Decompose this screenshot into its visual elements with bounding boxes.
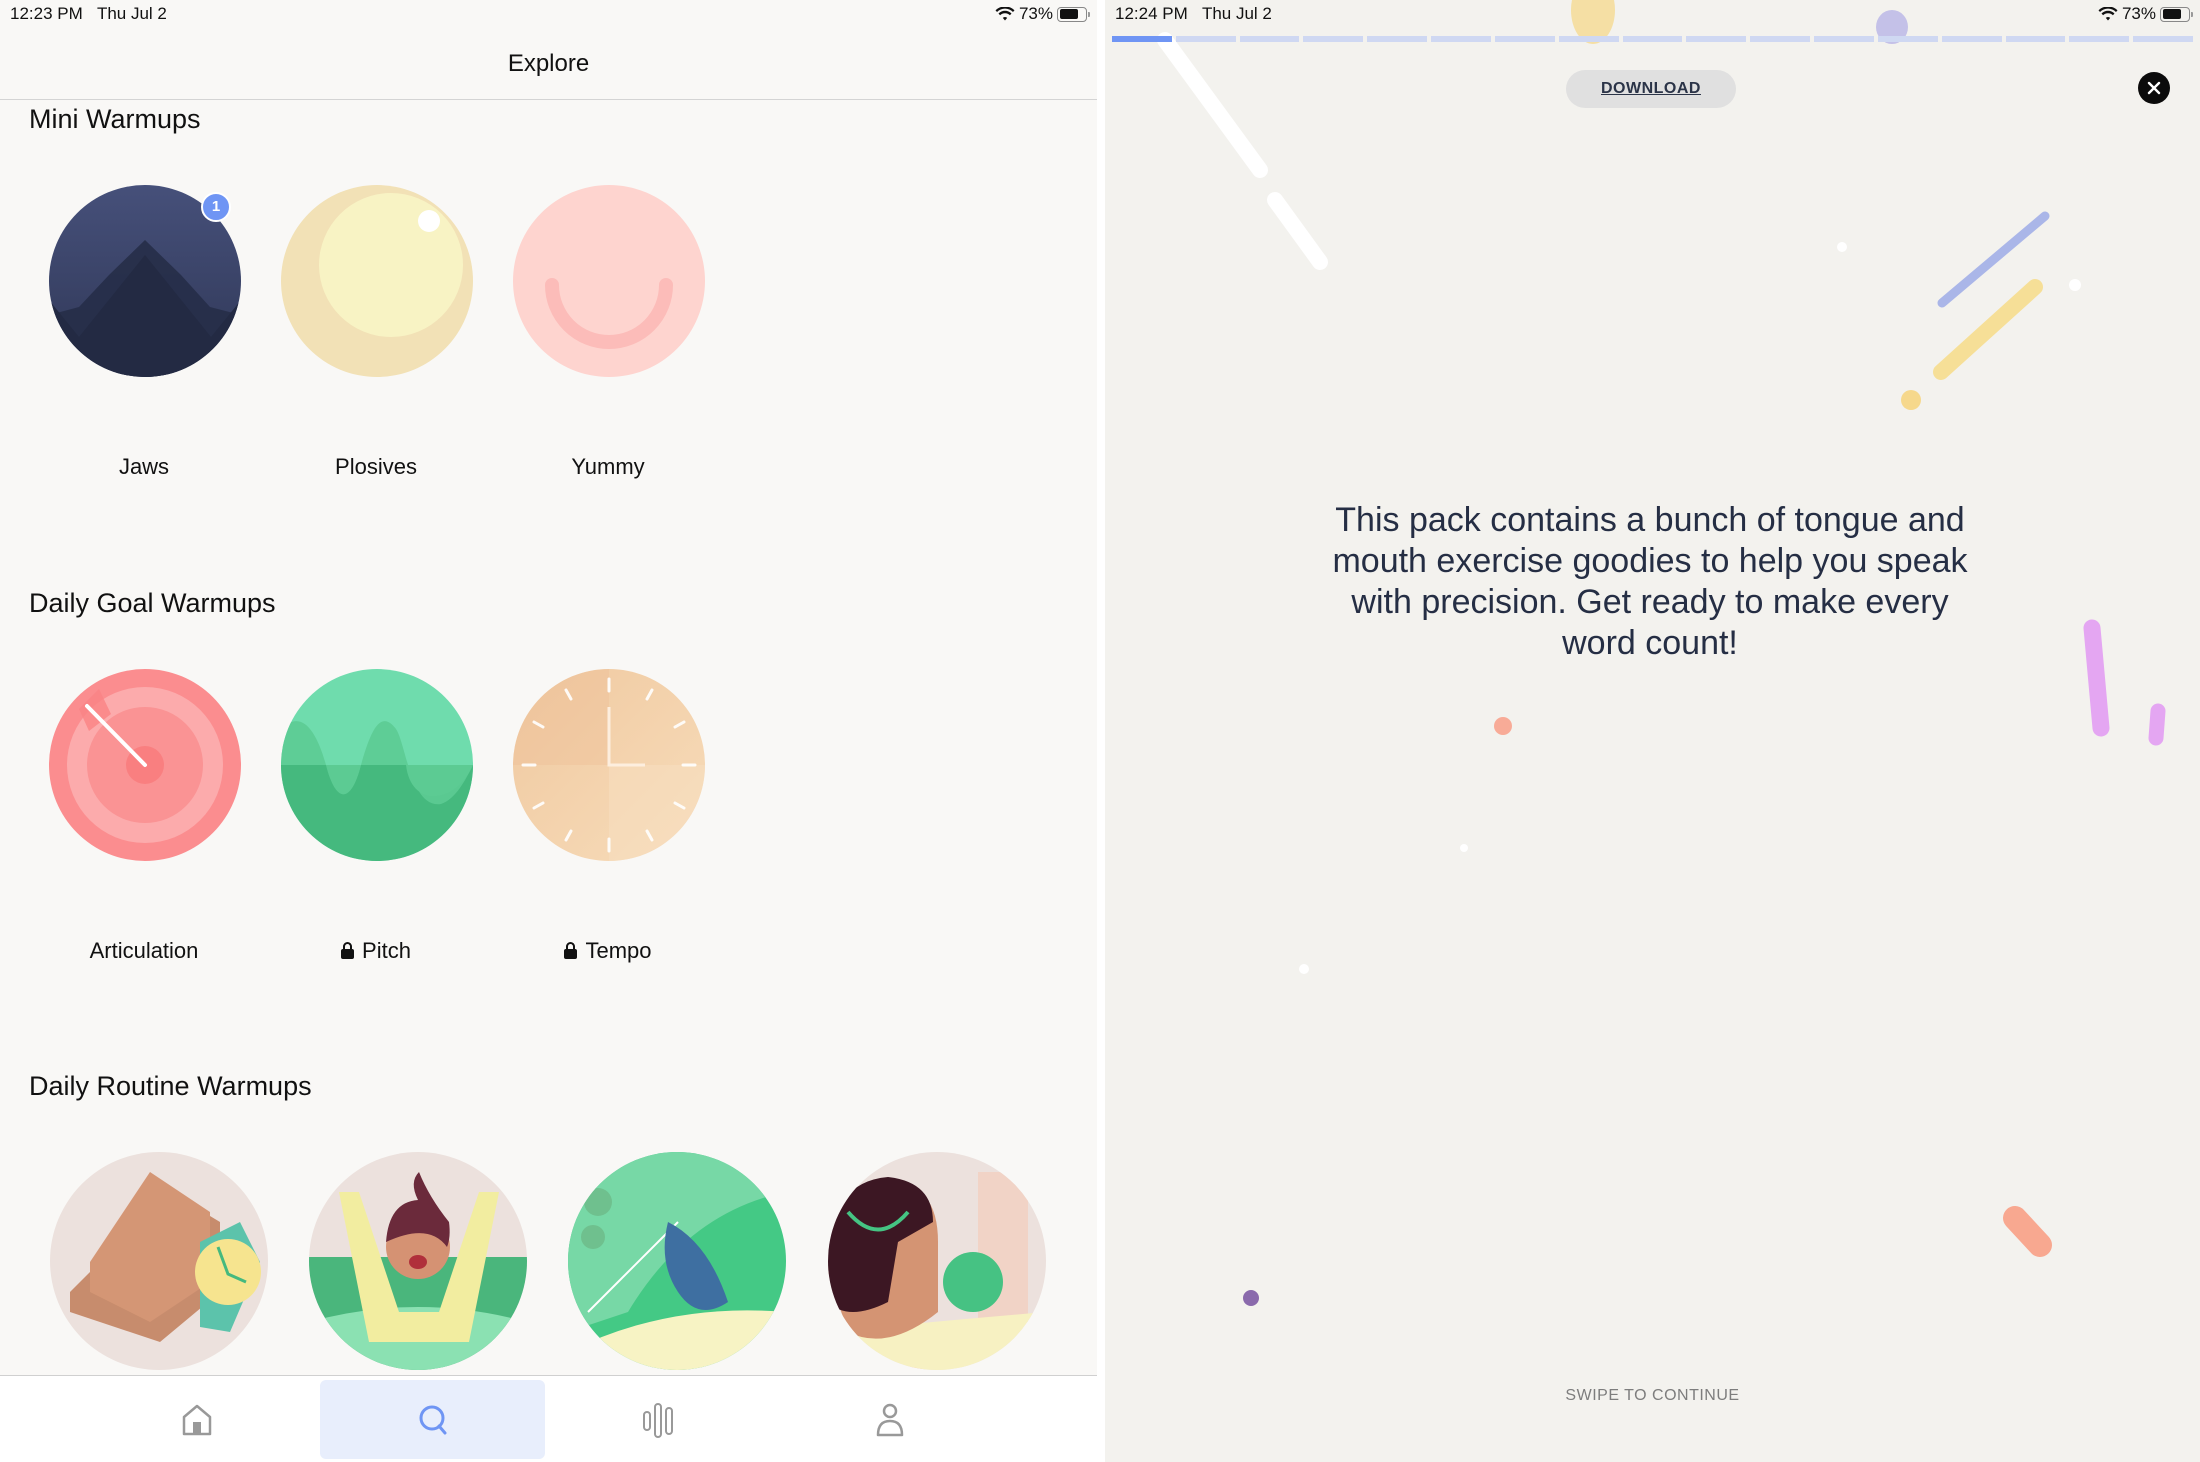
tab-home[interactable] — [84, 1380, 309, 1459]
progress-segment — [1622, 36, 1683, 42]
progress-segment — [2069, 36, 2130, 42]
battery-percent: 73% — [2121, 4, 2156, 23]
wifi-icon — [2098, 6, 2118, 20]
navigation-bar: Explore — [0, 30, 1097, 100]
clock-illustration[interactable] — [513, 669, 705, 861]
tile-label[interactable]: Jaws — [28, 454, 260, 480]
battery-percent: 73% — [1018, 4, 1053, 23]
section-title-daily-goal-warmups: Daily Goal Warmups — [29, 588, 276, 618]
tab-profile[interactable] — [777, 1380, 1002, 1459]
explore-screen: 12:23 PM Thu Jul 2 73% Explore Mini Warm… — [0, 0, 1097, 1462]
status-bar: 12:23 PM Thu Jul 2 73% — [0, 0, 1097, 30]
tile-label[interactable]: Tempo — [492, 938, 724, 964]
pack-intro-screen: 12:24 PM Thu Jul 2 73% — [1105, 0, 2200, 1462]
progress-segment — [1686, 36, 1747, 42]
section-title-daily-routine-warmups: Daily Routine Warmups — [29, 1071, 312, 1101]
tile-label[interactable]: Yummy — [492, 454, 724, 480]
battery-icon — [1057, 6, 1090, 22]
close-button[interactable] — [2138, 72, 2170, 104]
download-button[interactable]: DOWNLOAD — [1566, 70, 1736, 108]
status-bar: 12:24 PM Thu Jul 2 73% — [1105, 0, 2200, 30]
home-icon — [182, 1404, 211, 1435]
wifi-icon — [995, 6, 1015, 20]
tile-label[interactable]: Pitch — [260, 938, 492, 964]
headband-person-illustration[interactable] — [828, 1152, 1046, 1370]
lock-icon — [564, 942, 578, 959]
progress-segment — [1877, 36, 1938, 42]
progress-segment — [1431, 36, 1491, 42]
progress-segment — [1239, 36, 1300, 42]
page-title: Explore — [507, 50, 590, 77]
notification-badge: 1 — [201, 192, 231, 222]
tile-label[interactable]: Plosives — [260, 454, 492, 480]
progress-segment — [1494, 36, 1555, 42]
wristwatch-illustration[interactable] — [50, 1152, 268, 1370]
progress-segment — [1303, 36, 1364, 42]
progress-segment — [1112, 36, 1172, 42]
status-time: 12:24 PM Thu Jul 2 — [1115, 4, 1272, 23]
tile-label[interactable]: Articulation — [28, 938, 260, 964]
lock-icon — [341, 942, 355, 959]
progress-segment — [1558, 36, 1619, 42]
progress-segment — [1175, 36, 1236, 42]
swipe-hint: SWIPE TO CONTINUE — [1565, 1387, 1740, 1404]
tab-explore[interactable] — [320, 1380, 545, 1459]
tab-stats[interactable] — [545, 1380, 770, 1459]
progress-segment — [1814, 36, 1874, 42]
progress-segment — [1750, 36, 1811, 42]
close-icon — [2147, 81, 2161, 95]
cheering-person-illustration[interactable] — [309, 1152, 527, 1370]
tab-bar — [0, 1375, 1097, 1462]
smile-illustration[interactable] — [513, 185, 705, 377]
progress-segment — [1941, 36, 2002, 42]
target-illustration[interactable] — [49, 669, 241, 861]
progress-segment — [2005, 36, 2066, 42]
pack-description: This pack contains a bunch of tongue and… — [1332, 501, 1968, 662]
search-icon — [419, 1405, 446, 1434]
bubble-illustration[interactable] — [281, 185, 473, 377]
progress-segment — [2133, 36, 2194, 42]
battery-icon — [2160, 6, 2193, 22]
bars-icon — [642, 1402, 673, 1438]
story-progress-bar — [1112, 36, 2194, 42]
person-icon — [876, 1403, 903, 1436]
wave-illustration[interactable] — [281, 669, 473, 861]
progress-segment — [1367, 36, 1428, 42]
status-time: 12:23 PM Thu Jul 2 — [10, 4, 167, 23]
confetti-decoration — [1157, 0, 2166, 1306]
section-title-mini-warmups: Mini Warmups — [29, 104, 201, 134]
bird-illustration[interactable] — [568, 1152, 786, 1370]
